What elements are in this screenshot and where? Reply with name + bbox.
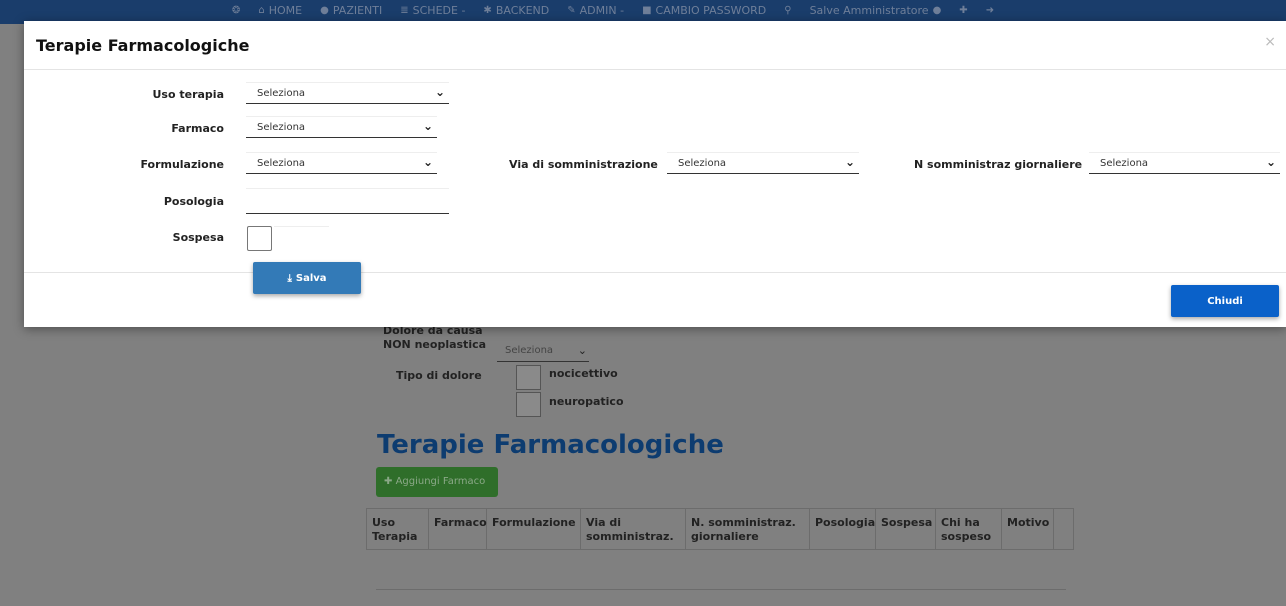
via-somministrazione-select[interactable]: Seleziona ⌄ (667, 152, 859, 174)
nocicettivo-checkbox[interactable] (516, 365, 541, 390)
save-button[interactable]: ⤓ Salva (253, 262, 361, 294)
nav-pazienti[interactable]: ● PAZIENTI (320, 4, 382, 17)
section-title: Terapie Farmacologiche (377, 430, 724, 460)
nav-schede-label: SCHEDE - (412, 4, 466, 17)
user-icon: ● (932, 5, 942, 16)
farmaco-select[interactable]: Seleziona ⌄ (246, 116, 437, 138)
nav-backend[interactable]: ✱ BACKEND (483, 4, 549, 17)
n-somministraz-value: Seleziona (1100, 158, 1149, 169)
nav-logo[interactable]: ❂ (232, 5, 240, 16)
th-chi-ha-sospeso: Chi ha sospeso (936, 509, 1002, 549)
save-button-label: Salva (295, 272, 327, 284)
tipo-dolore-label: Tipo di dolore (396, 369, 482, 382)
neuropatico-checkbox[interactable] (516, 392, 541, 417)
therapy-modal: Terapie Farmacologiche × Uso terapia Sel… (24, 21, 1286, 327)
th-via-somministraz: Via di somministraz. (581, 509, 686, 549)
sospesa-label: Sospesa (172, 231, 224, 244)
close-icon[interactable]: × (1264, 34, 1276, 50)
list-icon: ≣ (400, 5, 409, 16)
sospesa-checkbox[interactable] (247, 226, 272, 251)
modal-header: Terapie Farmacologiche × (24, 21, 1286, 70)
add-drug-label: Aggiungi Farmaco (395, 476, 486, 487)
formulazione-select[interactable]: Seleziona ⌄ (246, 152, 437, 174)
th-farmaco: Farmaco (429, 509, 487, 549)
close-button-label: Chiudi (1207, 295, 1243, 307)
logout-icon: ➜ (985, 5, 995, 16)
dolore-select-value: Seleziona (505, 345, 554, 356)
th-sospesa: Sospesa (876, 509, 936, 549)
nav-home-label: HOME (268, 4, 303, 17)
formulazione-label: Formulazione (140, 158, 224, 171)
uso-terapia-label: Uso terapia (152, 88, 225, 101)
dolore-label: Dolore da causa NON neoplastica (383, 324, 487, 351)
chevron-down-icon: ⌄ (577, 344, 587, 357)
nav-logout[interactable]: ➜ (986, 5, 994, 16)
th-uso-terapia: Uso Terapia (367, 509, 429, 549)
chevron-down-icon: ⌄ (422, 155, 433, 169)
logo-icon: ❂ (232, 5, 241, 16)
farmaco-value: Seleziona (257, 122, 306, 133)
nav-plus[interactable]: ✚ (959, 5, 967, 16)
posologia-label: Posologia (163, 195, 224, 208)
n-somministraz-label: N somministraz giornaliere (914, 158, 1083, 171)
th-n-somministraz: N. somministraz. giornaliere (686, 509, 810, 549)
formulazione-value: Seleziona (257, 158, 306, 169)
nav-admin-label: ADMIN - (579, 4, 625, 17)
nav-backend-label: BACKEND (495, 4, 550, 17)
wrench-icon: ✎ (567, 5, 576, 16)
via-somministrazione-value: Seleziona (678, 158, 727, 169)
nocicettivo-label: nocicettivo (549, 367, 618, 380)
user-icon: ● (320, 5, 329, 16)
uso-terapia-select[interactable]: Seleziona ⌄ (246, 82, 449, 104)
nav-items: ❂ ⌂ HOME ● PAZIENTI ≣ SCHEDE - ✱ BACKEND ✎ AD… (232, 4, 994, 17)
posologia-input[interactable] (246, 188, 449, 214)
download-icon: ⤓ (287, 272, 292, 284)
chevron-down-icon: ⌄ (434, 85, 445, 99)
close-button[interactable]: Chiudi (1171, 285, 1279, 317)
nav-cambio-password[interactable]: ■ CAMBIO PASSWORD (642, 4, 766, 17)
nav-user-greeting-label: Salve Amministratore (809, 4, 929, 17)
therapy-table: Uso Terapia Farmaco Formulazione Via di … (366, 508, 1074, 550)
home-icon: ⌂ (258, 5, 265, 16)
dolore-select[interactable]: Seleziona ⌄ (497, 342, 589, 362)
farmaco-label: Farmaco (171, 122, 224, 135)
lock-icon: ■ (642, 5, 652, 16)
th-formulazione: Formulazione (487, 509, 581, 549)
plus-icon: ✚ (959, 5, 968, 16)
plus-icon: ✚ (384, 476, 396, 487)
divider (376, 589, 1066, 590)
chevron-down-icon: ⌄ (1265, 155, 1276, 169)
search-icon: ⚲ (784, 5, 792, 16)
chevron-down-icon: ⌄ (422, 119, 433, 133)
th-posologia: Posologia (810, 509, 876, 549)
via-somministrazione-label: Via di somministrazione (509, 158, 658, 171)
nav-cambio-password-label: CAMBIO PASSWORD (655, 4, 767, 17)
uso-terapia-value: Seleziona (257, 88, 306, 99)
nav-admin[interactable]: ✎ ADMIN - (567, 4, 624, 17)
asterisk-icon: ✱ (483, 5, 492, 16)
modal-footer-divider (24, 272, 1286, 273)
nav-user-greeting[interactable]: Salve Amministratore ● (810, 4, 942, 17)
modal-title: Terapie Farmacologiche (36, 36, 250, 55)
nav-schede[interactable]: ≣ SCHEDE - (400, 4, 465, 17)
nav-pazienti-label: PAZIENTI (332, 4, 383, 17)
n-somministraz-select[interactable]: Seleziona ⌄ (1089, 152, 1280, 174)
th-empty (1054, 509, 1073, 549)
nav-search[interactable]: ⚲ (784, 5, 791, 16)
nav-home[interactable]: ⌂ HOME (258, 4, 302, 17)
divider (274, 226, 329, 227)
chevron-down-icon: ⌄ (844, 155, 855, 169)
neuropatico-label: neuropatico (549, 395, 624, 408)
th-motivo: Motivo (1002, 509, 1054, 549)
add-drug-button[interactable]: ✚ Aggiungi Farmaco (376, 467, 498, 497)
